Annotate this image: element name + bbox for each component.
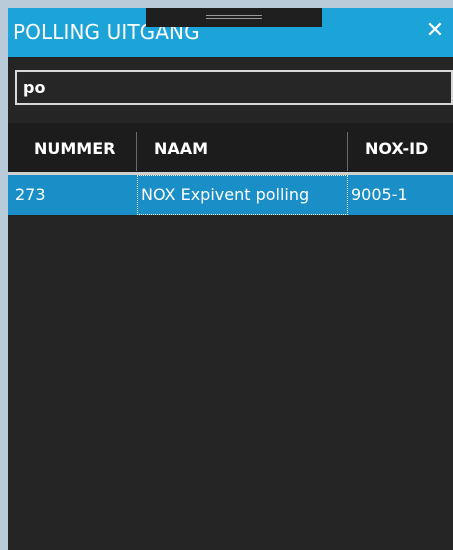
grip-icon	[206, 15, 262, 19]
column-header-naam[interactable]: NAAM	[154, 123, 208, 175]
cell-nox-id: 9005-1	[351, 185, 408, 204]
column-header-nox-id[interactable]: NOX-ID	[365, 123, 428, 175]
column-header-nummer[interactable]: NUMMER	[34, 123, 115, 175]
search-input[interactable]	[15, 70, 453, 105]
results-table: NUMMER NAAM NOX-ID 273 NOX Expivent poll…	[8, 123, 453, 215]
table-row[interactable]: 273 NOX Expivent polling 9005-1	[8, 175, 453, 215]
column-divider[interactable]	[347, 132, 348, 171]
polling-uitgang-panel: POLLING UITGANG ✕ NUMMER NAAM NOX-ID 273…	[8, 8, 453, 550]
table-header: NUMMER NAAM NOX-ID	[8, 123, 453, 175]
close-icon[interactable]: ✕	[423, 17, 447, 45]
column-divider[interactable]	[136, 132, 137, 171]
cell-naam: NOX Expivent polling	[137, 175, 348, 215]
cell-nummer: 273	[15, 185, 46, 204]
drag-handle[interactable]	[146, 8, 322, 27]
